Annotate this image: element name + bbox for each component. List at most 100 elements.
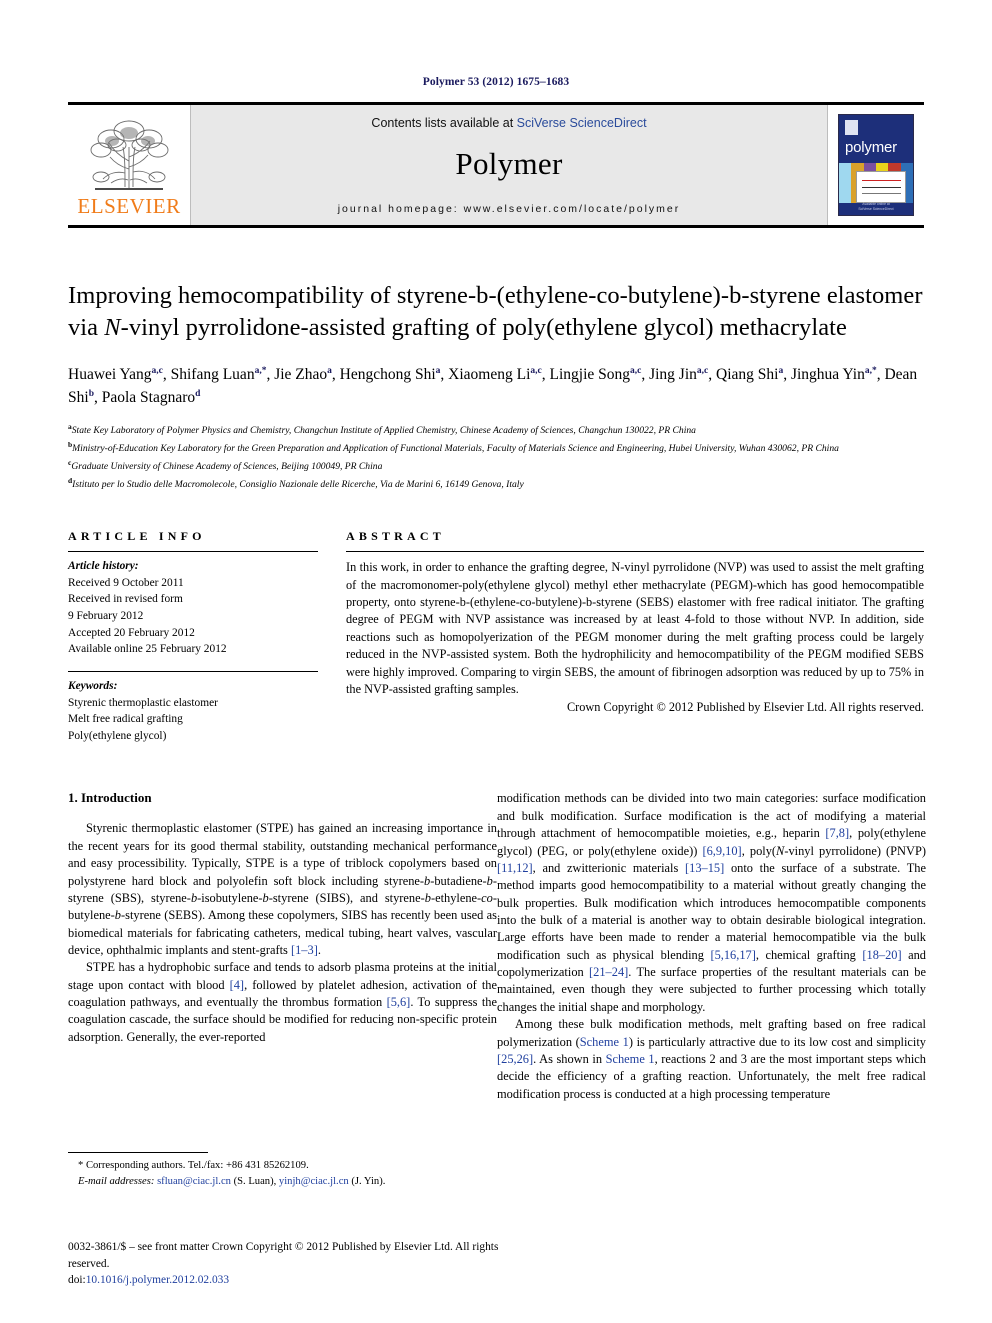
doi-link[interactable]: 10.1016/j.polymer.2012.02.033	[86, 1274, 229, 1286]
paragraph: Styrenic thermoplastic elastomer (STPE) …	[68, 821, 498, 957]
author-affil-marker: a,c	[151, 365, 163, 376]
author-affil-marker: a,c	[530, 365, 542, 376]
author-list: Huawei Yanga,c, Shifang Luana,*, Jie Zha…	[68, 364, 924, 410]
affiliation-text: State Key Laboratory of Polymer Physics …	[71, 425, 696, 437]
author-item[interactable]: Shifang Luana,*,	[171, 366, 275, 383]
author-name: Qiang Shi	[716, 365, 779, 383]
running-head: Polymer 53 (2012) 1675–1683	[422, 76, 570, 88]
issn-line: 0032-3861/$ – see front matter Crown Cop…	[68, 1241, 499, 1270]
doi-line: doi:10.1016/j.polymer.2012.02.033	[68, 1272, 528, 1289]
journal-title: Polymer	[455, 146, 563, 181]
author-item[interactable]: Lingjie Songa,c,	[549, 366, 649, 383]
contents-available-line: Contents lists available at SciVerse Sci…	[371, 116, 646, 130]
affiliation-text: Istituto per lo Studio delle Macromoleco…	[72, 479, 524, 491]
author-name: Jie Zhao	[274, 365, 328, 383]
article-title-italic: N	[104, 313, 121, 341]
paragraph: modification methods can be divided into…	[497, 791, 927, 1014]
affiliation-text: Graduate University of Chinese Academy o…	[71, 461, 383, 473]
author-item[interactable]: Paola Stagnarod	[102, 389, 201, 406]
citation-link[interactable]: [18–20]	[862, 948, 901, 962]
author-name: Xiaomeng Li	[448, 365, 531, 383]
author-name: Paola Stagnaro	[101, 388, 196, 406]
affiliation-text: Ministry-of-Education Key Laboratory for…	[72, 443, 839, 455]
article-title: Improving hemocompatibility of styrene-b…	[68, 280, 924, 344]
author-name: Huawei Yang	[68, 365, 152, 383]
author-affil-marker: a,*	[254, 365, 267, 376]
issn-doi-footer: 0032-3861/$ – see front matter Crown Cop…	[68, 1239, 528, 1289]
paragraph: STPE has a hydrophobic surface and tends…	[68, 960, 497, 1044]
affiliation-item: aState Key Laboratory of Polymer Physics…	[68, 421, 924, 439]
masthead-bottom-rule	[68, 225, 924, 228]
citation-link[interactable]: [7,8]	[825, 826, 849, 840]
abstract-copyright: Crown Copyright © 2012 Published by Else…	[566, 699, 924, 714]
contents-prefix: Contents lists available at	[371, 116, 517, 130]
masthead-center: Contents lists available at SciVerse Sci…	[190, 105, 828, 225]
author-name: Hengchong Shi	[339, 365, 436, 383]
citation-link[interactable]: [4]	[230, 978, 244, 992]
email-owner-1: (S. Luan),	[230, 1175, 279, 1187]
paper-page: Polymer 53 (2012) 1675–1683 ELSEVIER Con…	[0, 0, 992, 1323]
author-item[interactable]: Jinghua Yina,*,	[791, 366, 885, 383]
history-item: Accepted 20 February 2012	[68, 626, 195, 639]
corresponding-author-note: * Corresponding authors. Tel./fax: +86 4…	[78, 1160, 309, 1171]
citation-link[interactable]: [1–3]	[291, 943, 318, 957]
info-abstract-row: ARTICLE INFO Article history: Received 9…	[68, 529, 924, 744]
body-left-column: 1. Introduction Styrenic thermoplastic e…	[68, 790, 497, 1102]
elsevier-logo: ELSEVIER	[68, 105, 190, 225]
article-info-column: ARTICLE INFO Article history: Received 9…	[68, 529, 318, 744]
affiliation-item: cGraduate University of Chinese Academy …	[68, 457, 924, 475]
article-history-block: Article history: Received 9 October 2011…	[68, 552, 318, 658]
sciencedirect-link[interactable]: SciVerse ScienceDirect	[517, 116, 647, 130]
abstract-text: In this work, in order to enhance the gr…	[346, 560, 924, 697]
cover-footer-text: Available online at SciVerse ScienceDire…	[858, 201, 894, 211]
citation-link[interactable]: [11,12]	[497, 861, 533, 875]
email-label: E-mail addresses:	[78, 1175, 155, 1187]
citation-link[interactable]: [6,9,10]	[702, 844, 741, 858]
history-item: 9 February 2012	[68, 609, 144, 622]
citation-link[interactable]: [5,16,17]	[710, 948, 755, 962]
body-right-column: modification methods can be divided into…	[497, 790, 926, 1102]
history-item: Received in revised form	[68, 593, 183, 606]
author-item[interactable]: Xiaomeng Lia,c,	[448, 366, 549, 383]
author-affil-marker: a,c	[630, 365, 642, 376]
abstract-heading: ABSTRACT	[346, 529, 445, 544]
email-owner-2: (J. Yin).	[348, 1175, 386, 1187]
elsevier-tree-icon	[90, 120, 169, 190]
citation-link[interactable]: [21–24]	[589, 965, 628, 979]
author-item[interactable]: Jie Zhaoa,	[274, 366, 339, 383]
author-name: Lingjie Song	[549, 365, 630, 383]
citation-link[interactable]: [13–15]	[685, 861, 724, 875]
doi-label: doi:	[68, 1274, 86, 1287]
citation-link[interactable]: [5,6]	[387, 995, 411, 1009]
author-item[interactable]: Jing Jina,c,	[649, 366, 716, 383]
footnote-block: * Corresponding authors. Tel./fax: +86 4…	[68, 1152, 497, 1190]
journal-homepage-line[interactable]: journal homepage: www.elsevier.com/locat…	[338, 203, 681, 215]
email-link-2[interactable]: yinjh@ciac.jl.cn	[279, 1176, 349, 1187]
author-name: Shifang Luan	[170, 365, 255, 383]
affiliation-item: dIstituto per lo Studio delle Macromolec…	[68, 475, 924, 493]
cover-art: polymer Available online at SciVerse Sci…	[838, 114, 914, 216]
citation-link[interactable]: [25,26]	[497, 1052, 533, 1066]
keyword-item: Melt free radical grafting	[68, 713, 183, 726]
author-item[interactable]: Qiang Shia,	[716, 366, 791, 383]
article-history-label: Article history:	[68, 560, 139, 573]
footnote-rule	[68, 1152, 208, 1153]
history-item: Received 9 October 2011	[68, 576, 184, 589]
author-name: Jinghua Yin	[790, 365, 865, 383]
paragraph: Among these bulk modification methods, m…	[497, 1017, 926, 1101]
keywords-label: Keywords:	[68, 679, 118, 692]
email-link-1[interactable]: sfluan@ciac.jl.cn	[157, 1176, 231, 1187]
column-gap	[318, 529, 346, 744]
email-note: E-mail addresses: sfluan@ciac.jl.cn (S. …	[68, 1174, 497, 1190]
scheme-link[interactable]: Scheme 1	[606, 1052, 655, 1066]
cover-inset-chart	[856, 171, 906, 203]
author-item[interactable]: Hengchong Shia,	[340, 366, 449, 383]
history-item: Available online 25 February 2012	[68, 643, 227, 656]
elsevier-wordmark: ELSEVIER	[77, 194, 181, 218]
abstract-column: ABSTRACT In this work, in order to enhan…	[346, 529, 924, 744]
keyword-item: Poly(ethylene glycol)	[68, 729, 167, 742]
scheme-link[interactable]: Scheme 1	[580, 1035, 629, 1049]
section-heading-introduction: 1. Introduction	[68, 790, 152, 806]
author-name: Jing Jin	[649, 365, 697, 383]
author-item[interactable]: Huawei Yanga,c,	[68, 366, 171, 383]
